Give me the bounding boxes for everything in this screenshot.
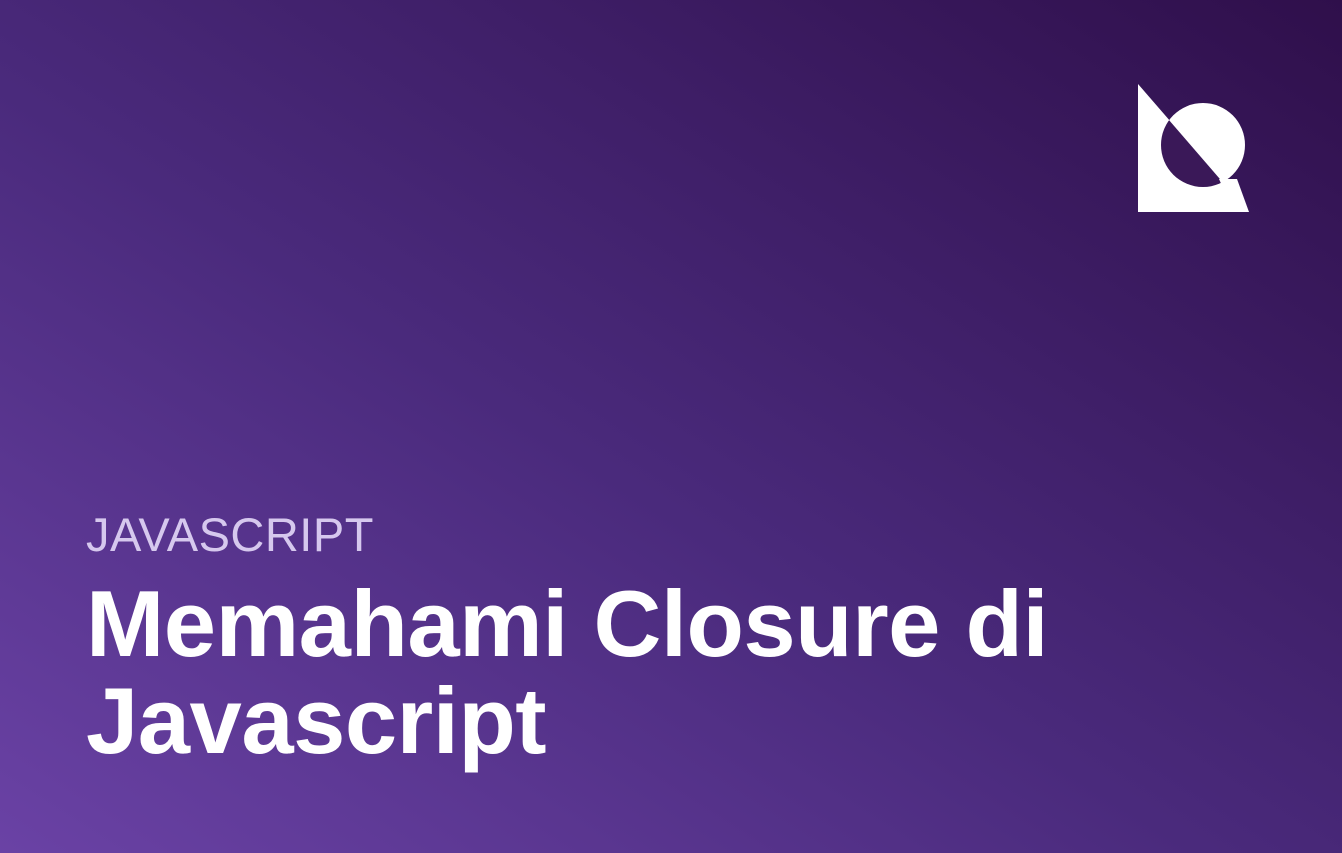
- cover-canvas: JAVASCRIPT Memahami Closure di Javascrip…: [0, 0, 1342, 853]
- brand-logo-icon: [1137, 83, 1251, 215]
- article-title: Memahami Closure di Javascript: [86, 571, 1049, 773]
- article-heading-block: JAVASCRIPT Memahami Closure di Javascrip…: [86, 507, 1266, 769]
- category-label: JAVASCRIPT: [86, 508, 374, 561]
